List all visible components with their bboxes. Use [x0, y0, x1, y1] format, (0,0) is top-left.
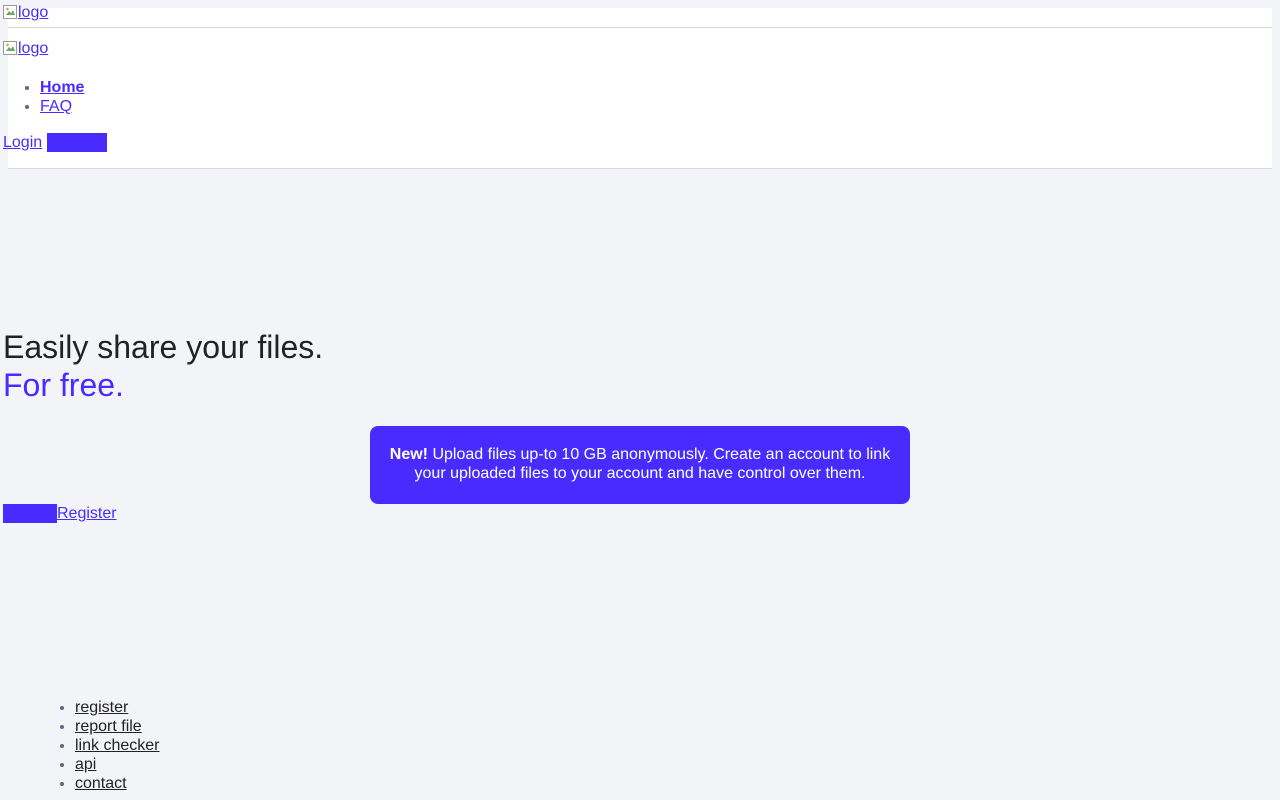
login-link[interactable]: Login — [3, 134, 42, 151]
cta-row: Register — [3, 504, 117, 523]
signup-button[interactable] — [46, 133, 107, 152]
footer-link-report-file[interactable]: report file — [75, 718, 142, 735]
top-logo-link[interactable]: logo — [3, 4, 48, 22]
footer-link-link-checker[interactable]: link checker — [75, 737, 159, 754]
header — [8, 28, 1272, 169]
notice-badge: New! — [389, 446, 429, 463]
footer-item-api: api — [75, 755, 159, 774]
broken-image-icon — [3, 5, 17, 19]
nav-item-home: Home — [40, 78, 84, 97]
top-bar — [8, 8, 1272, 28]
footer-item-contact: contact — [75, 774, 159, 793]
header-logo-link[interactable]: logo — [3, 40, 48, 58]
hero-title-text: Easily share your files. — [3, 329, 324, 365]
register-link[interactable]: Register — [57, 505, 117, 522]
nav-link-home[interactable]: Home — [40, 79, 84, 96]
footer-item-register: register — [75, 698, 159, 717]
footer-links: register report file link checker api co… — [0, 698, 159, 793]
broken-image-icon — [3, 41, 17, 55]
footer-link-register[interactable]: register — [75, 699, 128, 716]
hero-subtitle: For free. — [3, 367, 124, 403]
footer-item-report-file: report file — [75, 717, 159, 736]
footer-link-api[interactable]: api — [75, 756, 96, 773]
main-nav: Home FAQ — [0, 78, 84, 116]
header-logo-alt: logo — [18, 40, 49, 57]
notice-text: Upload files up-to 10 GB anonymously. Cr… — [414, 446, 891, 482]
notice-banner: New! Upload files up-to 10 GB anonymousl… — [370, 426, 910, 504]
upload-button[interactable] — [3, 504, 57, 523]
footer-item-link-checker: link checker — [75, 736, 159, 755]
nav-link-faq[interactable]: FAQ — [40, 98, 72, 115]
auth-row: Login — [3, 133, 107, 152]
footer-link-contact[interactable]: contact — [75, 775, 127, 792]
hero-title: Easily share your files. For free. — [3, 328, 323, 404]
nav-item-faq: FAQ — [40, 97, 84, 116]
top-logo-alt: logo — [18, 4, 49, 21]
